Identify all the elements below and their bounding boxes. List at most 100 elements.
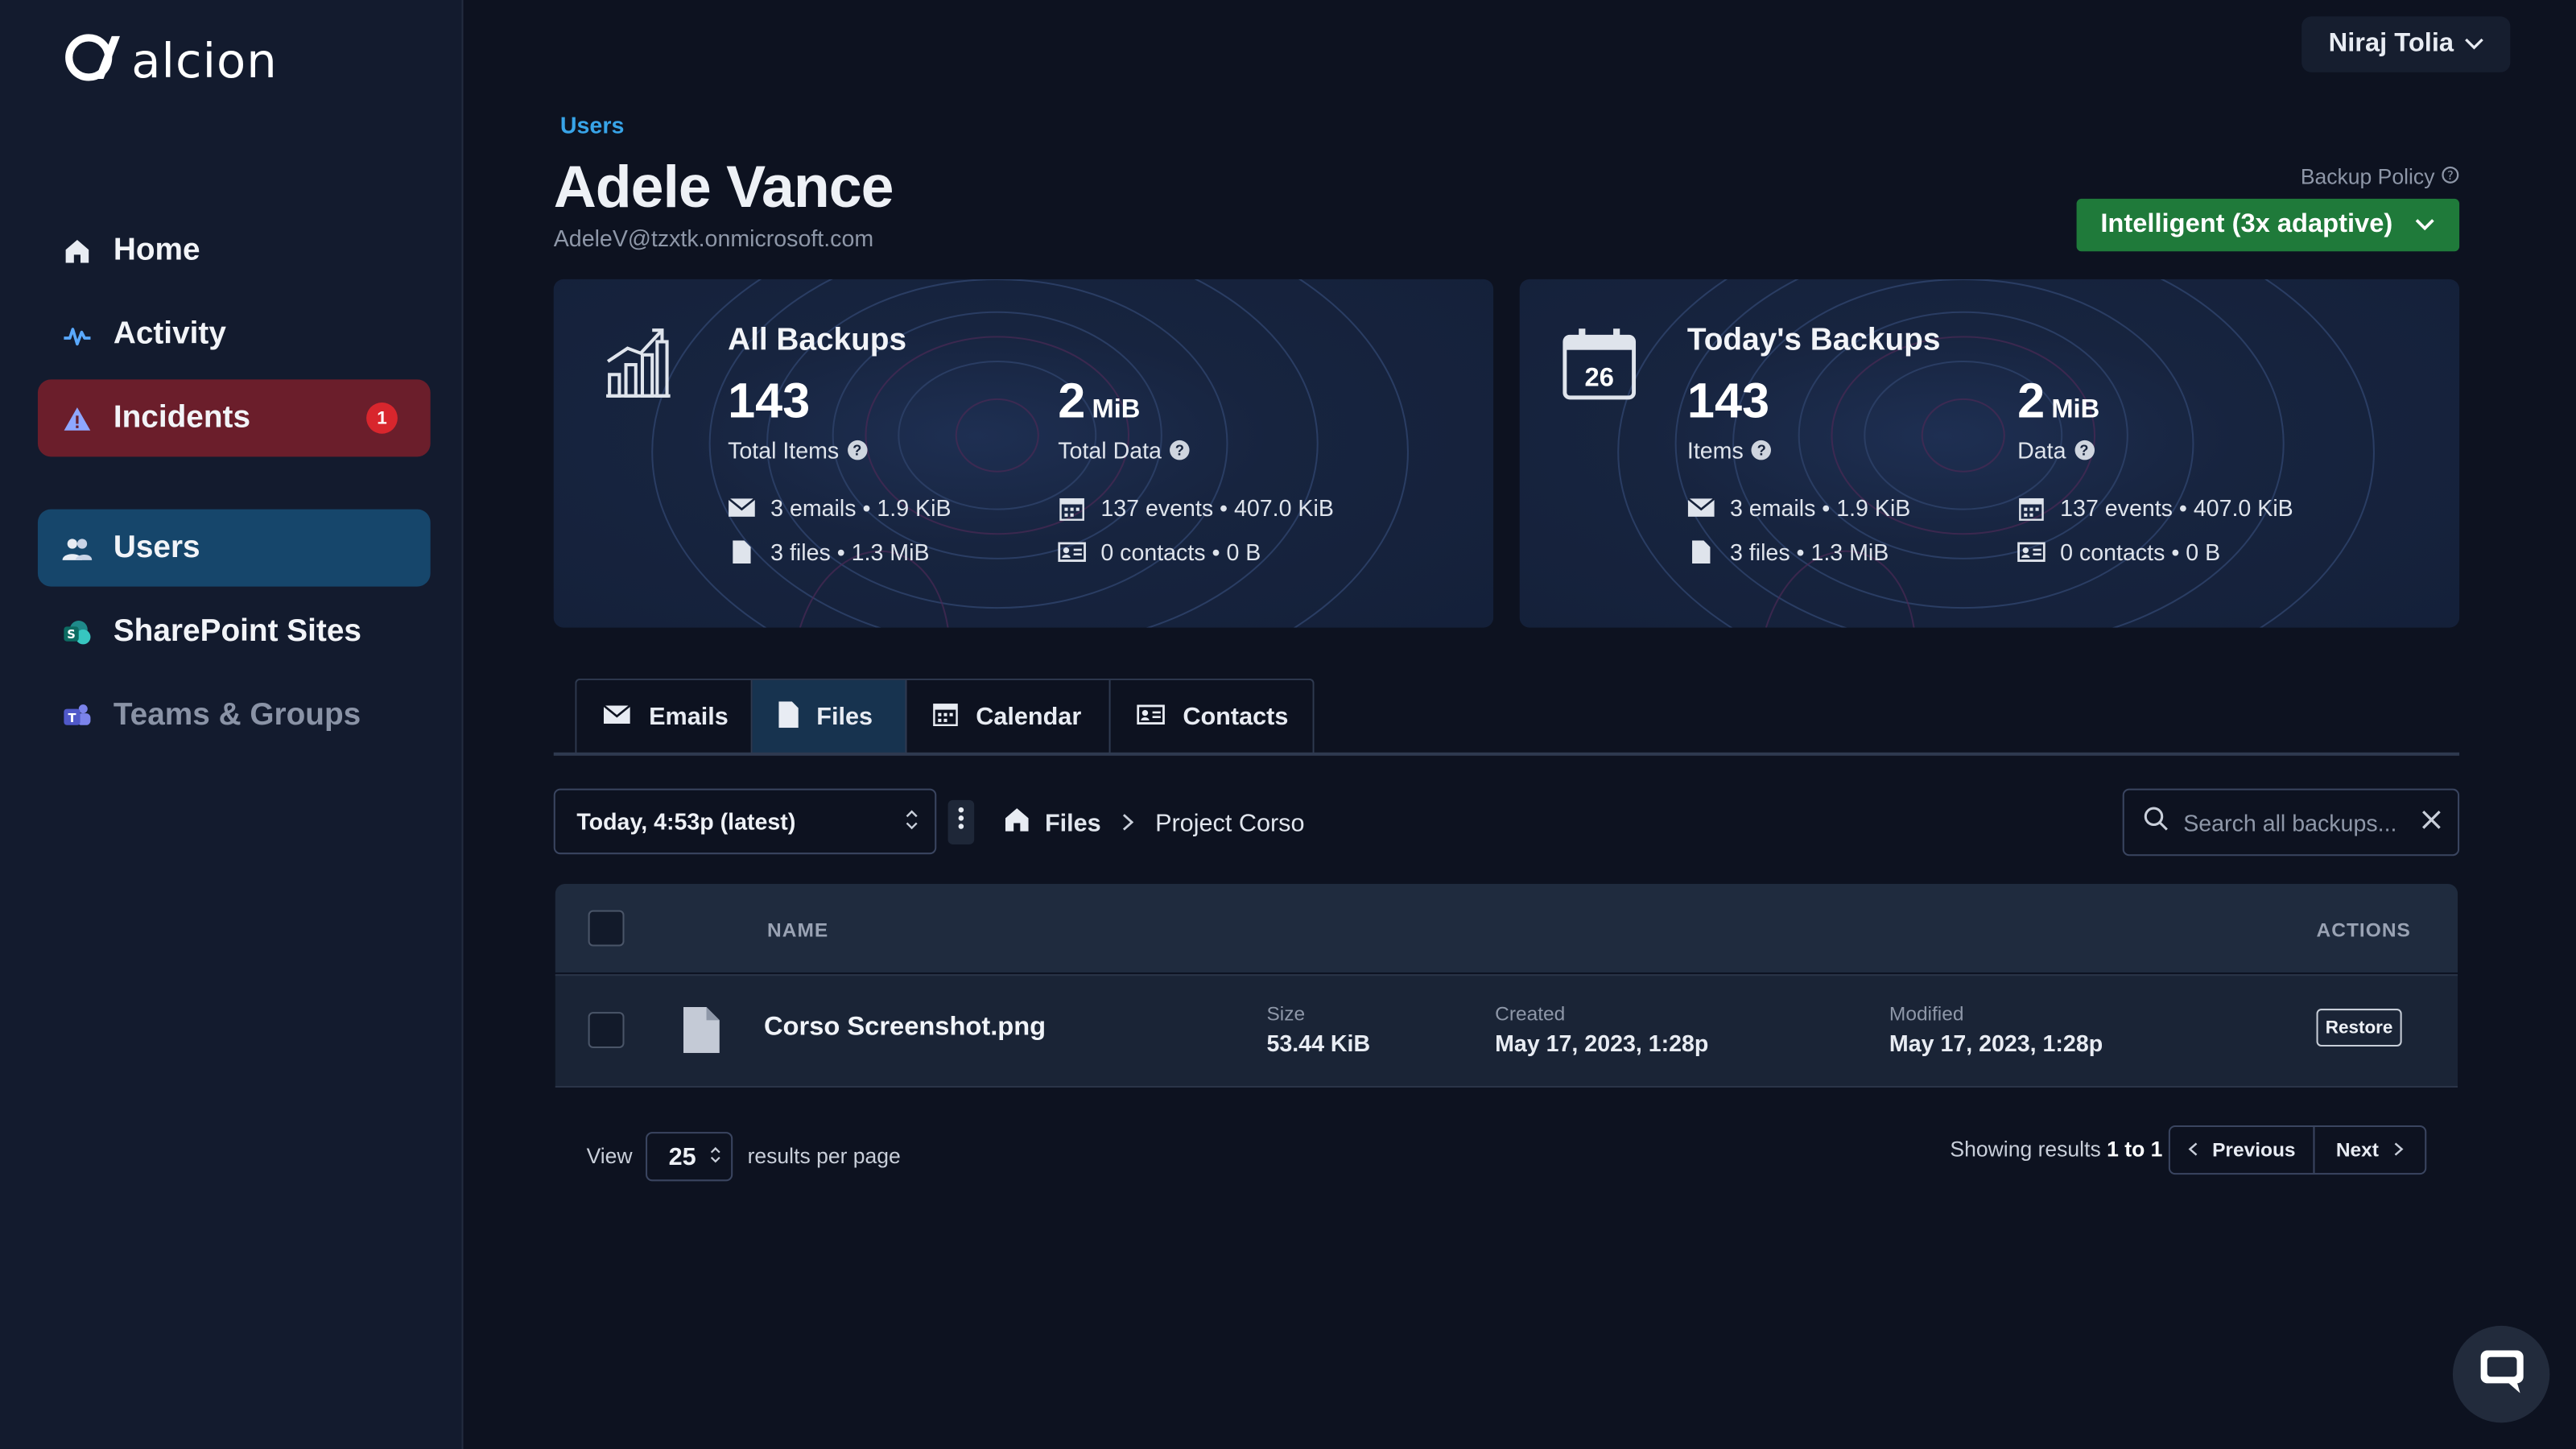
all-backups-card: All Backups 143 Total Items? 2 MiB Total … (553, 279, 1494, 628)
file-icon (1687, 540, 1715, 564)
warning-icon (63, 403, 93, 433)
contact-card-icon (1137, 703, 1165, 731)
search-box (2122, 788, 2460, 857)
home-icon[interactable] (1004, 807, 1030, 840)
tab-label: Contacts (1183, 703, 1289, 732)
chevron-down-icon (2463, 30, 2483, 60)
home-icon (63, 236, 93, 266)
path-root-link[interactable]: Files (1045, 809, 1101, 837)
snapshot-select-value: Today, 4:53p (latest) (576, 808, 796, 835)
tabs-divider (553, 752, 2460, 756)
items-label: Items? (1687, 437, 1772, 464)
chevron-down-icon (2416, 210, 2435, 240)
per-page-select[interactable]: 25 (646, 1132, 733, 1182)
column-header-name[interactable]: NAME (767, 919, 828, 942)
data-value: 2 MiB (2017, 374, 2099, 430)
sharepoint-icon: S (63, 617, 93, 646)
total-items-number: 143 (728, 374, 811, 429)
calendar-icon (932, 701, 959, 733)
size-label: Size (1266, 1001, 1306, 1026)
logo[interactable]: alcion (63, 30, 278, 91)
select-all-checkbox[interactable] (588, 910, 625, 947)
showing-prefix: Showing results (1950, 1137, 2101, 1162)
incident-count-badge: 1 (366, 402, 398, 434)
sidebar-item-users[interactable]: Users (37, 509, 431, 587)
user-email: AdeleV@tzxtk.onmicrosoft.com (553, 225, 874, 252)
table-row[interactable]: Corso Screenshot.png Size 53.44 KiB Crea… (555, 974, 2458, 1088)
created-value: May 17, 2023, 1:28p (1495, 1030, 1709, 1057)
data-unit: MiB (2051, 395, 2100, 424)
per-page-value: 25 (668, 1142, 696, 1171)
row-checkbox[interactable] (588, 1012, 625, 1049)
total-data-number: 2 (1058, 374, 1086, 429)
emails-stat: 3 emails • 1.9 KiB (728, 494, 952, 521)
sidebar-item-incidents[interactable]: Incidents 1 (37, 379, 431, 457)
card-title: Today's Backups (1686, 324, 1941, 358)
created-label: Created (1495, 1001, 1566, 1026)
sort-caret-icon (905, 808, 918, 836)
emails-stat: 3 emails • 1.9 KiB (1687, 494, 1910, 521)
more-options-button[interactable] (947, 799, 975, 844)
tab-contacts[interactable]: Contacts (1111, 680, 1313, 754)
path-current-folder: Project Corso (1155, 809, 1305, 837)
sidebar-item-home[interactable]: Home (38, 212, 431, 289)
card-title: All Backups (728, 324, 907, 358)
tab-files[interactable]: Files (752, 679, 907, 754)
files-stat-text: 3 files • 1.3 MiB (1729, 539, 1889, 566)
tab-emails[interactable]: Emails (576, 679, 753, 754)
restore-button[interactable]: Restore (2316, 1009, 2402, 1046)
chat-launcher-button[interactable] (2452, 1325, 2550, 1423)
svg-text:S: S (67, 627, 76, 641)
user-menu[interactable]: Niraj Tolia (2301, 16, 2511, 72)
next-page-button[interactable]: Next (2314, 1127, 2425, 1173)
folder-path: Files Project Corso (1004, 807, 1305, 840)
total-items-label: Total Items? (728, 437, 867, 464)
calendar-day-icon: 26 (1563, 328, 1638, 409)
file-icon (728, 540, 756, 564)
growth-chart-icon (603, 325, 672, 409)
clear-search-icon[interactable] (2421, 808, 2441, 838)
sidebar-item-teams[interactable]: T Teams & Groups (38, 677, 431, 754)
backup-policy-label: Backup Policy ? (2267, 164, 2459, 189)
column-header-actions: ACTIONS (2316, 918, 2411, 942)
help-icon[interactable]: ? (847, 440, 867, 460)
file-icon (778, 700, 799, 733)
svg-text:?: ? (2447, 168, 2454, 183)
envelope-icon (603, 703, 631, 731)
items-value: 143 (1687, 374, 1769, 430)
total-items-label-text: Total Items (728, 436, 840, 464)
help-icon[interactable]: ? (1170, 440, 1190, 460)
tab-label: Emails (649, 703, 729, 732)
file-icon (683, 1007, 720, 1061)
backup-policy-label-text: Backup Policy (2300, 164, 2435, 189)
calendar-icon (2017, 495, 2046, 520)
total-data-label: Total Data? (1058, 437, 1190, 464)
activity-icon (63, 320, 93, 349)
snapshot-select[interactable]: Today, 4:53p (latest) (553, 788, 937, 855)
topography-background (1617, 279, 2375, 628)
sort-caret-icon (709, 1142, 720, 1170)
help-icon[interactable]: ? (2074, 440, 2095, 460)
help-icon[interactable]: ? (2442, 164, 2459, 189)
search-input[interactable] (2183, 809, 2413, 836)
previous-page-button[interactable]: Previous (2170, 1126, 2315, 1174)
help-icon[interactable]: ? (1751, 440, 1772, 460)
tab-label: Calendar (976, 703, 1082, 732)
items-label-text: Items (1686, 436, 1744, 464)
emails-stat-text: 3 emails • 1.9 KiB (1729, 494, 1911, 521)
events-stat-text: 137 events • 407.0 KiB (2060, 494, 2293, 521)
backup-policy-dropdown[interactable]: Intelligent (3x adaptive) (2076, 198, 2460, 252)
breadcrumb-users[interactable]: Users (560, 112, 624, 138)
search-icon (2144, 806, 2169, 839)
logo-text: alcion (131, 31, 278, 89)
tab-calendar[interactable]: Calendar (907, 679, 1111, 754)
sidebar-item-sharepoint[interactable]: S SharePoint Sites (38, 593, 431, 671)
file-name[interactable]: Corso Screenshot.png (764, 1013, 1046, 1043)
data-label: Data? (2017, 437, 2095, 464)
sidebar-item-label: SharePoint Sites (113, 613, 361, 649)
sidebar-item-activity[interactable]: Activity (38, 295, 431, 373)
events-stat-text: 137 events • 407.0 KiB (1100, 494, 1334, 521)
sidebar-item-label: Teams & Groups (113, 697, 361, 733)
todays-backups-card: 26 Today's Backups 143 Items? 2 MiB Data?… (1519, 279, 2460, 628)
next-label: Next (2335, 1138, 2379, 1162)
